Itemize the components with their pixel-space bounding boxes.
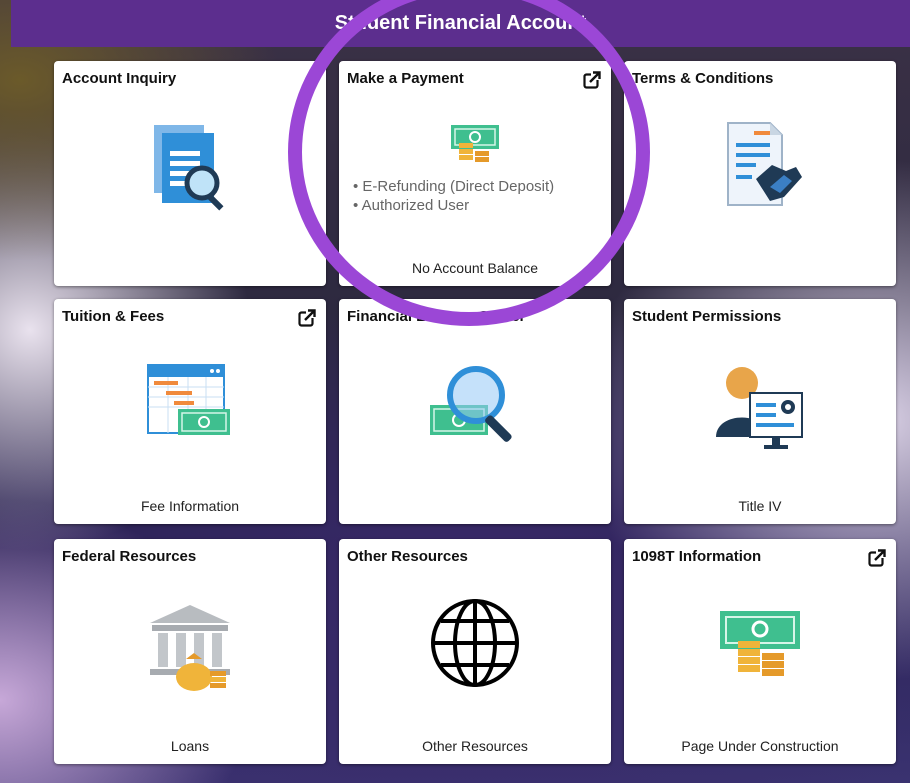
tile-title: 1098T Information [632,548,762,565]
tile-footer: Title IV [738,498,782,514]
money-coins-icon [451,125,499,162]
calendar-money-icon [147,364,230,435]
tile-footer: Page Under Construction [681,738,839,754]
tile-footer: Fee Information [140,498,240,514]
external-link-icon[interactable] [868,549,886,567]
tile-title: Make a Payment [347,70,464,87]
tile-make-a-payment[interactable]: Make a Payment E-Refunding (Direct Depos… [339,61,611,286]
external-link-icon[interactable] [583,71,601,89]
tile-title: Other Resources [347,548,468,565]
tile-title: Account Inquiry [62,70,177,87]
tile-title: Federal Resources [62,548,197,565]
tile-title: Student Permissions [632,308,782,325]
tile-footer: Other Resources [422,738,528,754]
tile-terms-conditions[interactable]: Terms & Conditions [624,61,896,286]
tile-federal-resources[interactable]: Federal Resources Loans [54,539,326,764]
external-link-icon[interactable] [298,309,316,327]
list-item: Authorized User [353,196,554,215]
document-search-icon [154,125,224,211]
user-settings-icon [716,367,803,449]
globe-icon [431,599,519,687]
tile-tuition-fees[interactable]: Tuition & Fees Fee Information [54,299,326,524]
tile-footer: Loans [170,738,210,754]
money-magnifier-icon [430,366,512,442]
tile-student-permissions[interactable]: Student Permissions Title IV [624,299,896,524]
tile-financial-literacy-center[interactable]: Financial Literacy Center [339,299,611,524]
tile-title: Financial Literacy Center [347,308,526,325]
contract-handshake-icon [727,122,802,206]
tile-title: Tuition & Fees [62,308,165,325]
page-title: Student Financial Account [334,12,587,34]
tile-footer: No Account Balance [411,260,539,276]
list-item: E-Refunding (Direct Deposit) [353,177,554,196]
bank-moneybag-icon [150,605,230,691]
page-banner: Student Financial Account [11,0,910,47]
tile-other-resources[interactable]: Other Resources Other Resources [339,539,611,764]
tile-1098t-information[interactable]: 1098T Information Page Under Constructio… [624,539,896,764]
tile-title: Terms & Conditions [632,70,774,87]
payment-options-list: E-Refunding (Direct Deposit) Authorized … [353,177,555,215]
money-coins-icon [720,611,800,676]
tile-account-inquiry[interactable]: Account Inquiry [54,61,326,286]
